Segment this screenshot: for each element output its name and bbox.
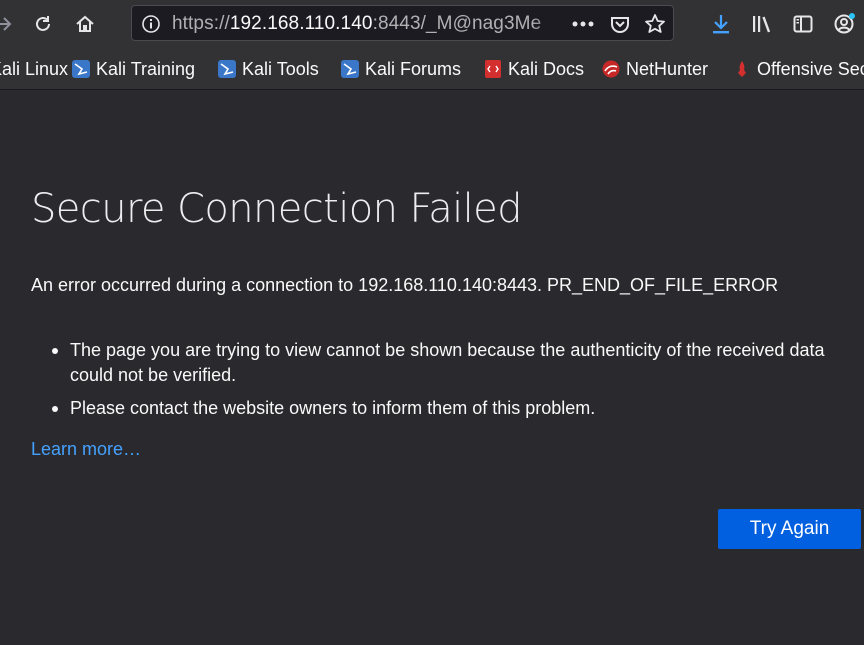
bookmark-label: Kali Linux xyxy=(0,58,69,79)
bookmark-offensive-security[interactable]: Offensive Security xyxy=(733,48,864,90)
kali-dragon-icon xyxy=(72,60,90,78)
bookmark-kali-training[interactable]: Kali Training xyxy=(72,48,195,90)
kali-dragon-icon xyxy=(218,60,236,78)
url-path: :8443/_M@nag3Me xyxy=(372,13,542,34)
bookmark-kali-forums[interactable]: Kali Forums xyxy=(341,48,461,90)
url-scheme: https:// xyxy=(172,13,230,34)
forward-icon[interactable] xyxy=(0,12,16,36)
offsec-icon xyxy=(733,60,751,78)
list-item: Please contact the website owners to inf… xyxy=(52,396,842,421)
bookmark-label: Kali Training xyxy=(96,58,196,79)
url-fade xyxy=(532,8,562,40)
bookmark-kali-tools[interactable]: Kali Tools xyxy=(218,48,319,90)
bookmark-label: NetHunter xyxy=(626,58,709,79)
docs-icon xyxy=(484,60,502,78)
bookmark-label: Offensive Security xyxy=(757,58,864,79)
bookmark-label: Kali Forums xyxy=(365,58,462,79)
learn-more-link[interactable]: Learn more… xyxy=(31,439,141,460)
bookmark-star-icon[interactable] xyxy=(643,12,667,36)
bookmark-kali-docs[interactable]: Kali Docs xyxy=(484,48,584,90)
bookmark-kali-linux[interactable]: Kali Linux xyxy=(0,48,68,90)
url-text[interactable]: https://192.168.110.140:8443/_M@nag3Me xyxy=(172,6,560,42)
error-bullet-list: The page you are trying to view cannot b… xyxy=(52,338,842,429)
kali-dragon-icon xyxy=(341,60,359,78)
bookmark-label: Kali Tools xyxy=(242,58,319,79)
account-icon[interactable] xyxy=(832,12,856,36)
error-description: An error occurred during a connection to… xyxy=(31,275,779,295)
download-icon[interactable] xyxy=(709,12,733,36)
bookmarks-toolbar: Kali Linux Kali Training Kali Tools Kali… xyxy=(0,48,864,90)
list-item: The page you are trying to view cannot b… xyxy=(52,338,842,388)
url-bar[interactable]: https://192.168.110.140:8443/_M@nag3Me xyxy=(131,5,674,41)
home-icon[interactable] xyxy=(73,12,97,36)
reload-icon[interactable] xyxy=(31,12,55,36)
sidebar-icon[interactable] xyxy=(791,12,815,36)
library-icon[interactable] xyxy=(750,12,774,36)
url-host: 192.168.110.140 xyxy=(229,13,373,34)
bookmark-nethunter[interactable]: NetHunter xyxy=(602,48,708,90)
nethunter-icon xyxy=(602,60,620,78)
nav-toolbar: https://192.168.110.140:8443/_M@nag3Me xyxy=(0,0,864,48)
pocket-icon[interactable] xyxy=(608,12,632,36)
page-title: Secure Connection Failed xyxy=(31,186,523,232)
bookmark-label: Kali Docs xyxy=(508,58,585,79)
page-actions-icon[interactable] xyxy=(571,12,595,36)
info-icon[interactable] xyxy=(141,14,161,34)
try-again-button[interactable]: Try Again xyxy=(718,509,861,549)
